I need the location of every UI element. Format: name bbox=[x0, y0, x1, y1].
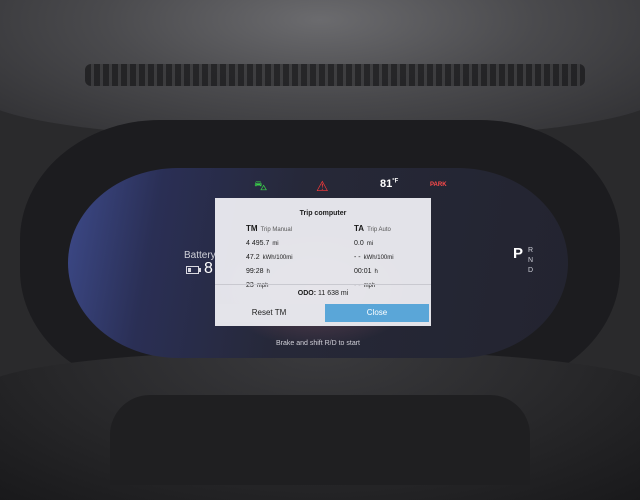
park-indicator: PARK bbox=[430, 182, 447, 188]
consumption-row: 47.2 kWh/100mi bbox=[246, 254, 293, 261]
warning-triangle-icon: ⚠ bbox=[316, 178, 329, 194]
dashboard-vent bbox=[85, 64, 585, 86]
outside-temperature: 81°F bbox=[380, 178, 399, 190]
trip-code: TA bbox=[354, 224, 365, 233]
battery-icon bbox=[186, 266, 201, 274]
car-indicator-icon: ⛍ bbox=[254, 178, 268, 193]
dialog-title: Trip computer bbox=[299, 210, 347, 217]
close-button[interactable]: Close bbox=[325, 304, 429, 322]
odometer: ODO: 11 638 mi bbox=[297, 290, 349, 297]
status-bar: ⛍ ⚠ 81°F PARK bbox=[68, 176, 568, 196]
steering-wheel bbox=[110, 395, 530, 485]
gear-options: R N D bbox=[528, 246, 533, 276]
reset-tm-button[interactable]: Reset TM bbox=[217, 304, 321, 322]
instrument-cluster-screen: ⛍ ⚠ 81°F PARK Battery 8 P R N D Trip com… bbox=[68, 168, 568, 358]
time-row: 00:01 h bbox=[354, 268, 378, 275]
trip-name: Trip Auto bbox=[367, 227, 391, 233]
gear-current: P bbox=[513, 245, 524, 262]
start-hint: Brake and shift R/D to start bbox=[275, 340, 361, 347]
time-row: 99:28 h bbox=[246, 268, 270, 275]
trip-name: Trip Manual bbox=[260, 227, 293, 233]
trip-manual-column: TM Trip Manual 4 495.7 mi 47.2 kWh/100mi … bbox=[246, 222, 293, 293]
gear-option: D bbox=[528, 267, 534, 274]
consumption-row: - - kWh/100mi bbox=[354, 254, 394, 261]
distance-row: 0.0 mi bbox=[354, 240, 374, 247]
distance-row: 4 495.7 mi bbox=[246, 240, 279, 247]
trip-code: TM bbox=[246, 224, 258, 233]
battery-value: 8 bbox=[204, 260, 213, 277]
dialog-divider bbox=[215, 284, 431, 285]
gear-option: N bbox=[528, 257, 534, 264]
trip-computer-dialog: Trip computer TM Trip Manual 4 495.7 mi 4… bbox=[215, 198, 431, 326]
trip-auto-column: TA Trip Auto 0.0 mi - - kWh/100mi 00:01 h… bbox=[354, 222, 394, 293]
gear-option: R bbox=[528, 247, 534, 254]
